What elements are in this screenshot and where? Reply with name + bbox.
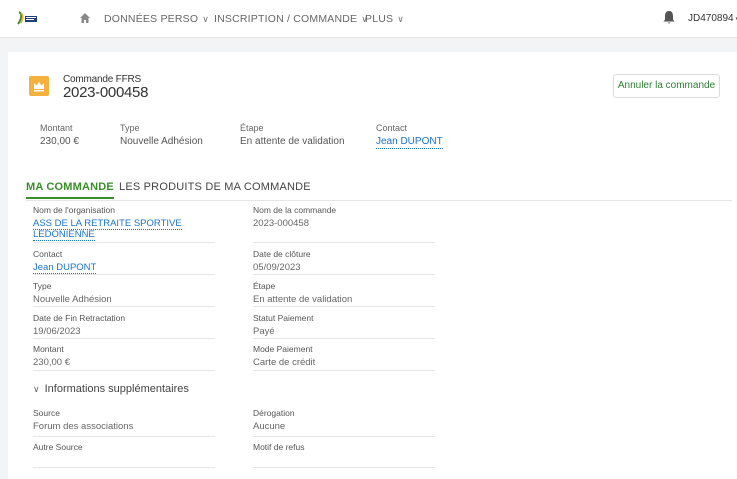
chevron-down-icon: ∨	[202, 14, 210, 24]
home-icon[interactable]	[79, 12, 91, 24]
field-autre-source: Autre Source	[33, 442, 215, 468]
field-label: Source	[33, 408, 60, 418]
nav-plus[interactable]: PLUS ∨	[365, 13, 404, 25]
tab-bar: MA COMMANDE LES PRODUITS DE MA COMMANDE	[26, 181, 732, 201]
field-label: Mode Paiement	[253, 344, 313, 354]
top-navigation: DONNÉES PERSO ∨ INSCRIPTION / COMMANDE ∨ P…	[0, 0, 737, 38]
bell-icon[interactable]	[662, 10, 676, 25]
field-organisation: Nom de l'organisation ASS DE LA RETRAITE…	[33, 205, 215, 243]
field-motif-refus: Motif de refus	[253, 442, 435, 468]
field-statut-paiement: Statut Paiement Payé	[253, 313, 435, 339]
tab-ma-commande[interactable]: MA COMMANDE	[26, 181, 114, 199]
field-label: Motif de refus	[253, 442, 305, 452]
field-label: Statut Paiement	[253, 313, 314, 323]
summary-etape-value: En attente de validation	[240, 136, 345, 147]
field-value: 230,00 €	[33, 357, 70, 368]
field-label: Date de clôture	[253, 249, 311, 259]
field-value: Payé	[253, 326, 275, 337]
field-label: Nom de l'organisation	[33, 205, 115, 215]
field-value: Nouvelle Adhésion	[33, 294, 112, 305]
user-id: JD470894	[688, 13, 734, 24]
summary-montant-label: Montant	[40, 123, 73, 133]
field-value: 2023-000458	[253, 218, 309, 229]
nav-plus-label: PLUS	[365, 13, 394, 25]
summary-contact-link[interactable]: Jean DUPONT	[376, 136, 443, 149]
organisation-link-line2[interactable]: LEDONIENNE	[33, 229, 95, 241]
field-etape: Étape En attente de validation	[253, 281, 435, 307]
section-informations-supplementaires[interactable]: ∨ Informations supplémentaires	[33, 383, 189, 395]
summary-montant-value: 230,00 €	[40, 136, 79, 147]
summary-type-label: Type	[120, 123, 140, 133]
nav-donnees-perso[interactable]: DONNÉES PERSO ∨	[104, 13, 209, 25]
field-type: Type Nouvelle Adhésion	[33, 281, 215, 307]
field-value: Aucune	[253, 421, 286, 432]
cancel-order-button[interactable]: Annuler la commande	[613, 74, 720, 98]
summary-type-value: Nouvelle Adhésion	[120, 136, 203, 147]
field-value: En attente de validation	[253, 294, 353, 305]
field-label: Contact	[33, 249, 63, 259]
field-value: 19/06/2023	[33, 326, 81, 337]
nav-donnees-perso-label: DONNÉES PERSO	[104, 13, 199, 25]
field-label: Nom de la commande	[253, 205, 337, 215]
summary-contact-label: Contact	[376, 123, 408, 133]
chevron-down-icon: ∨	[33, 384, 40, 394]
field-label: Montant	[33, 344, 64, 354]
field-derogation: Dérogation Aucune	[253, 408, 435, 437]
field-label: Dérogation	[253, 408, 295, 418]
page-title: 2023-000458	[63, 84, 149, 101]
field-label: Autre Source	[33, 442, 83, 452]
nav-inscription-commande-label: INSCRIPTION / COMMANDE	[214, 13, 358, 25]
field-value: 05/09/2023	[253, 262, 301, 273]
nav-inscription-commande[interactable]: INSCRIPTION / COMMANDE ∨	[214, 13, 368, 25]
tab-produits-commande[interactable]: LES PRODUITS DE MA COMMANDE	[119, 181, 311, 197]
field-label: Étape	[253, 281, 276, 291]
field-contact: Contact Jean DUPONT	[33, 249, 215, 275]
logo-icon[interactable]	[15, 10, 39, 27]
field-label: Type	[33, 281, 52, 291]
user-menu[interactable]: JD470894▾	[688, 13, 737, 24]
field-value: ASS DE LA RETRAITE SPORTIVE LEDONIENNE	[33, 218, 215, 241]
contact-link[interactable]: Jean DUPONT	[33, 262, 97, 274]
field-date-cloture: Date de clôture 05/09/2023	[253, 249, 435, 275]
field-label: Date de Fin Retractation	[33, 313, 126, 323]
summary-contact-value: Jean DUPONT	[376, 136, 443, 149]
summary-etape-label: Étape	[240, 123, 264, 133]
crown-icon	[29, 76, 49, 96]
field-date-fin-retractation: Date de Fin Retractation 19/06/2023	[33, 313, 215, 339]
field-value: Carte de crédit	[253, 357, 316, 368]
field-mode-paiement: Mode Paiement Carte de crédit	[253, 344, 435, 371]
field-nom-commande: Nom de la commande 2023-000458	[253, 205, 435, 243]
section-title: Informations supplémentaires	[44, 383, 189, 395]
field-montant: Montant 230,00 €	[33, 344, 215, 371]
field-value: Jean DUPONT	[33, 262, 215, 274]
field-source: Source Forum des associations	[33, 408, 215, 437]
field-value: Forum des associations	[33, 421, 134, 432]
chevron-down-icon: ∨	[397, 14, 405, 24]
